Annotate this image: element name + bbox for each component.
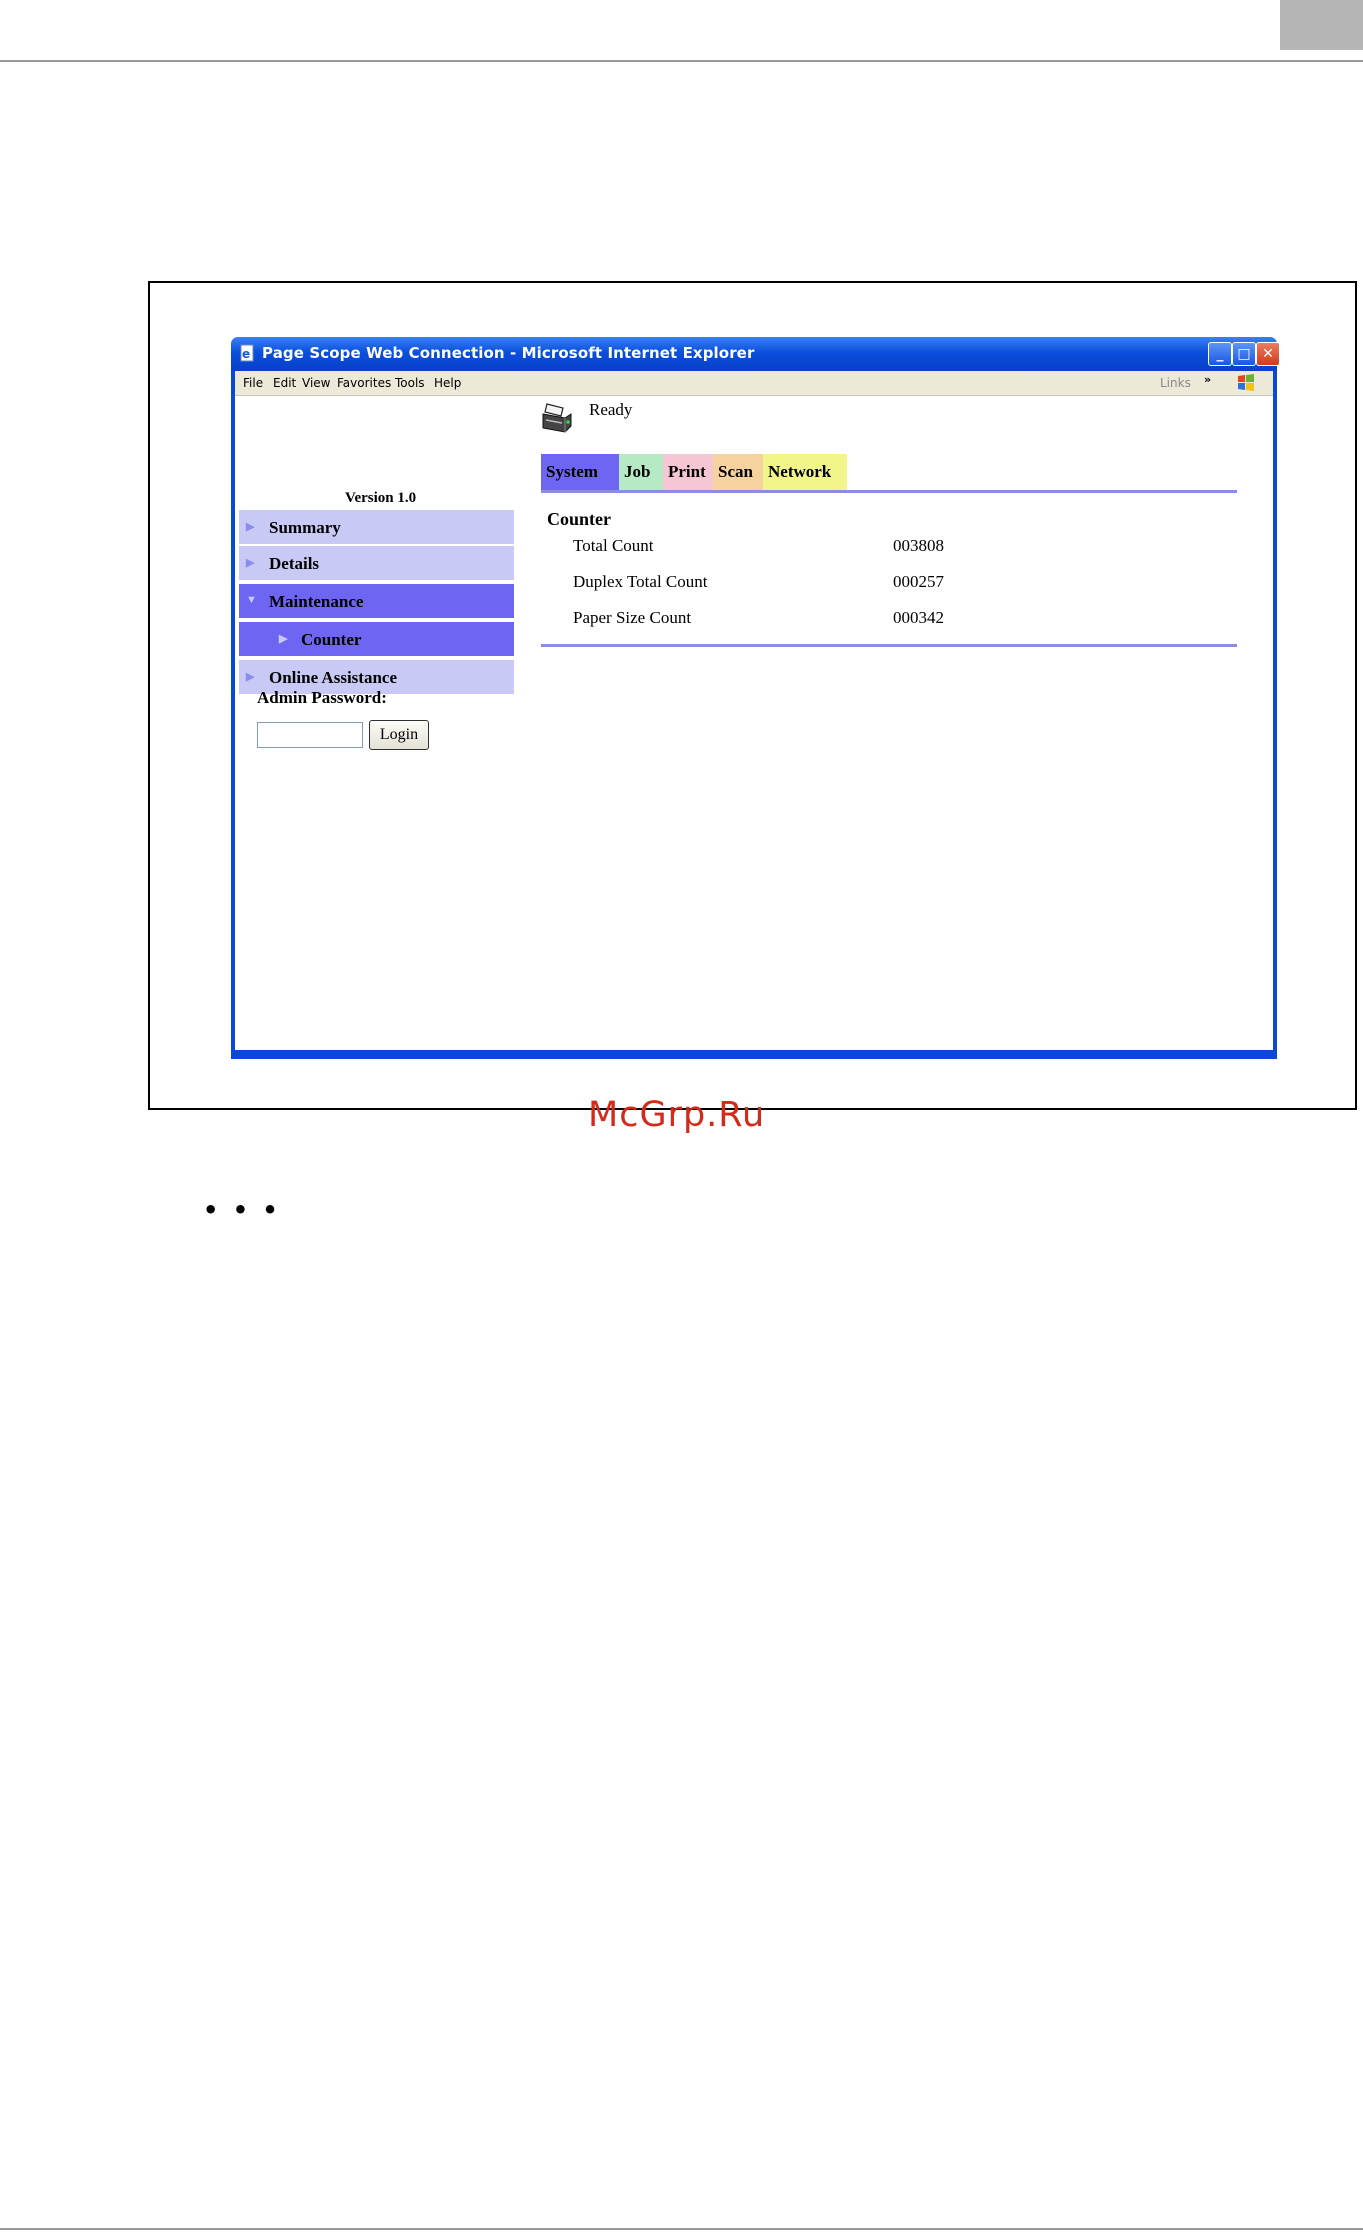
nav-details-label: Details: [269, 554, 320, 573]
content-divider: [541, 644, 1237, 647]
triangle-right-icon: ▶: [246, 557, 255, 569]
tab-network[interactable]: Network: [763, 454, 847, 490]
menu-bar: File Edit View Favorites Tools Help Link…: [235, 371, 1273, 396]
nav-online-assistance-label: Online Assistance: [269, 668, 397, 687]
admin-password-input[interactable]: [257, 722, 363, 748]
triangle-right-icon: ▶: [246, 521, 255, 533]
menu-edit[interactable]: Edit: [273, 376, 296, 390]
row-value: 000342: [893, 608, 944, 627]
close-button[interactable]: ✕: [1256, 342, 1280, 366]
menu-help[interactable]: Help: [434, 376, 461, 390]
row-label: Total Count: [573, 536, 654, 555]
svg-text:e: e: [242, 347, 250, 361]
browser-content: Version 1.0 ▶ Summary ▶ Details ▼ Mainte…: [235, 396, 1273, 1050]
version-label: Version 1.0: [345, 490, 417, 506]
maximize-button[interactable]: □: [1232, 342, 1256, 366]
status-text: Ready: [589, 400, 633, 419]
section-title: Counter: [547, 509, 611, 529]
tab-job[interactable]: Job: [619, 454, 663, 490]
menu-view[interactable]: View: [302, 376, 330, 390]
row-label: Paper Size Count: [573, 608, 692, 627]
browser-window: e Page Scope Web Connection - Microsoft …: [231, 337, 1280, 1059]
tab-scan[interactable]: Scan: [713, 454, 763, 490]
admin-password-label: Admin Password:: [257, 688, 387, 707]
row-value: 000257: [893, 572, 944, 591]
row-value: 003808: [893, 536, 944, 555]
page-corner-tab: [1280, 0, 1363, 50]
windows-logo-icon: [1238, 374, 1254, 391]
nav-counter-label: Counter: [301, 630, 362, 649]
nav-summary-label: Summary: [269, 518, 341, 537]
menu-tools[interactable]: Tools: [395, 376, 425, 390]
menu-file[interactable]: File: [243, 376, 263, 390]
menu-favorites[interactable]: Favorites: [337, 376, 391, 390]
nav-maintenance[interactable]: ▼ Maintenance: [239, 584, 514, 620]
triangle-right-icon: ▶: [246, 671, 255, 683]
bottom-rule: [0, 2228, 1363, 2230]
watermark-text: McGrp.Ru: [588, 1095, 766, 1135]
ellipsis-marker: • • •: [203, 1196, 281, 1224]
login-button[interactable]: Login: [369, 720, 429, 750]
nav-summary[interactable]: ▶ Summary: [239, 510, 514, 546]
chevron-right-icon[interactable]: »: [1204, 373, 1211, 386]
tab-print[interactable]: Print: [663, 454, 713, 490]
triangle-right-icon: ▶: [279, 633, 288, 645]
triangle-down-icon: ▼: [246, 594, 257, 606]
links-label[interactable]: Links: [1160, 376, 1191, 390]
ie-page-icon: e: [240, 344, 254, 362]
nav-details[interactable]: ▶ Details: [239, 546, 514, 582]
nav-maintenance-label: Maintenance: [269, 592, 364, 611]
window-title: Page Scope Web Connection - Microsoft In…: [262, 344, 755, 362]
top-rule: [0, 60, 1363, 62]
nav-counter[interactable]: ▶ Counter: [239, 622, 514, 658]
tab-system[interactable]: System: [541, 454, 619, 490]
row-label: Duplex Total Count: [573, 572, 708, 591]
minimize-button[interactable]: _: [1208, 342, 1232, 366]
tabs-divider: [541, 490, 1237, 493]
printer-icon: [542, 403, 572, 433]
title-bar[interactable]: e Page Scope Web Connection - Microsoft …: [231, 337, 1280, 371]
